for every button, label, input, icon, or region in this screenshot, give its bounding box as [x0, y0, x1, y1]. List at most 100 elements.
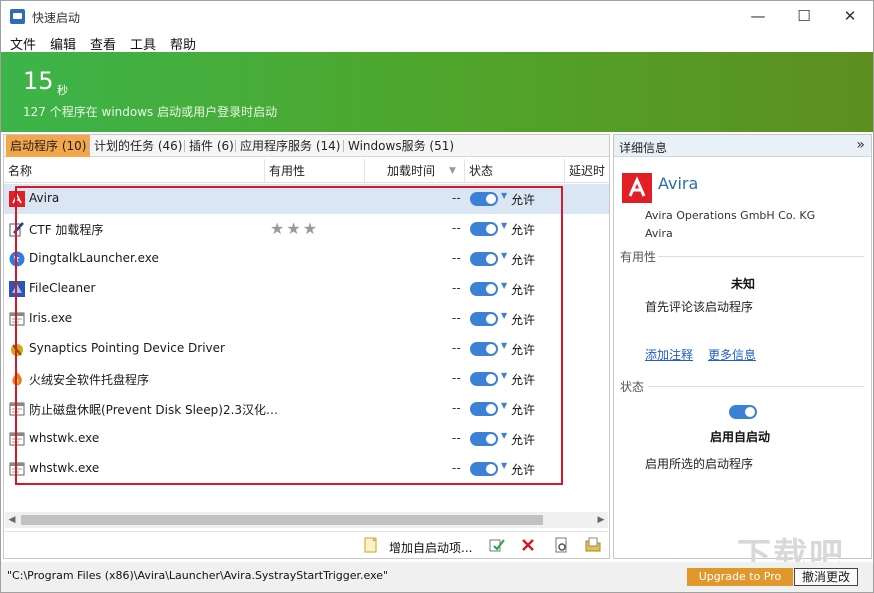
seconds-unit: 秒	[57, 84, 68, 97]
summary-banner: 15 秒 127 个程序在 windows 启动或用户登录时启动	[1, 52, 873, 132]
scrollbar-thumb[interactable]	[21, 515, 543, 525]
details-title: 详细信息	[619, 141, 668, 155]
menu-file[interactable]: 文件	[10, 34, 36, 53]
status-dropdown-caret[interactable]: ▼	[501, 281, 507, 290]
menu-view[interactable]: 查看	[90, 34, 116, 53]
title-bar: 快速启动 — ☐ ✕	[1, 1, 873, 32]
enable-toggle[interactable]	[470, 342, 498, 356]
enable-toggle[interactable]	[470, 312, 498, 326]
table-row[interactable]: 火绒安全软件托盘程序 -- ▼ 允许	[4, 364, 609, 394]
section-divider	[658, 256, 864, 257]
row-status: 允许	[511, 433, 536, 447]
column-usefulness[interactable]: 有用性	[265, 159, 365, 183]
status-dropdown-caret[interactable]: ▼	[501, 401, 507, 410]
status-dropdown-caret[interactable]: ▼	[501, 311, 507, 320]
banner-description: 127 个程序在 windows 启动或用户登录时启动	[23, 105, 278, 119]
row-load-time: --	[452, 221, 461, 235]
undo-changes-button[interactable]: 撤消更改	[794, 568, 858, 586]
tab-app-services[interactable]: 应用程序服务 (14)	[236, 135, 344, 157]
status-dropdown-caret[interactable]: ▼	[501, 221, 507, 230]
table-row[interactable]: whstwk.exe -- ▼ 允许	[4, 424, 609, 454]
enable-toggle[interactable]	[470, 282, 498, 296]
section-divider	[648, 386, 864, 387]
delete-icon[interactable]	[520, 537, 536, 553]
table-row[interactable]: Avira -- ▼ 允许	[4, 184, 609, 214]
status-dropdown-caret[interactable]: ▼	[501, 341, 507, 350]
row-status: 允许	[511, 313, 536, 327]
upgrade-button[interactable]: Upgrade to Pro	[687, 568, 793, 586]
row-status: 允许	[511, 283, 536, 297]
row-status: 允许	[511, 403, 536, 417]
app-window: 快速启动 — ☐ ✕ 文件 编辑 查看 工具 帮助 15 秒 127 个程序在 …	[0, 0, 874, 593]
open-file-icon[interactable]	[553, 537, 569, 553]
enable-toggle[interactable]	[470, 252, 498, 266]
menu-tools[interactable]: 工具	[130, 34, 156, 53]
row-name: whstwk.exe	[29, 461, 100, 475]
sort-desc-icon: ▼	[449, 166, 456, 176]
column-load-time[interactable]: 加载时间 ▼	[365, 159, 465, 183]
rating-stars-icon[interactable]: ★★★	[270, 219, 319, 238]
menu-bar: 文件 编辑 查看 工具 帮助	[1, 32, 873, 53]
tab-scheduled-tasks[interactable]: 计划的任务 (46)	[90, 135, 186, 157]
table-row[interactable]: Synaptics Pointing Device Driver -- ▼ 允许	[4, 334, 609, 364]
row-name: 防止磁盘休眠(Prevent Disk Sleep)2.3汉化…	[29, 403, 279, 417]
table-row[interactable]: DingtalkLauncher.exe -- ▼ 允许	[4, 244, 609, 274]
column-name[interactable]: 名称	[4, 159, 265, 183]
details-header: 详细信息 »	[614, 135, 871, 157]
tab-startup-programs[interactable]: 启动程序 (10)	[6, 135, 91, 157]
startup-rows: Avira -- ▼ 允许 CTF 加载程序 ★★★ -- ▼ 允许 Dingt…	[4, 184, 609, 514]
enable-toggle[interactable]	[470, 462, 498, 476]
add-note-link[interactable]: 添加注释	[645, 346, 693, 363]
dingtalk-icon	[9, 251, 25, 267]
table-row[interactable]: FileCleaner -- ▼ 允许	[4, 274, 609, 304]
more-info-link[interactable]: 更多信息	[708, 346, 756, 363]
table-row[interactable]: whstwk.exe -- ▼ 允许	[4, 454, 609, 484]
close-button[interactable]: ✕	[827, 1, 873, 32]
menu-edit[interactable]: 编辑	[50, 34, 76, 53]
usefulness-section-title: 有用性	[620, 250, 657, 264]
startup-list-pane: 启动程序 (10) 计划的任务 (46) 插件 (6) 应用程序服务 (14) …	[3, 134, 610, 559]
edit-check-icon[interactable]	[489, 537, 505, 553]
scroll-right-icon[interactable]: ▶	[594, 512, 608, 528]
column-header: 名称 有用性 加载时间 ▼ 状态 延迟时	[4, 159, 609, 183]
maximize-button[interactable]: ☐	[781, 1, 827, 32]
row-load-time: --	[452, 251, 461, 265]
row-status: 允许	[511, 463, 536, 477]
window-icon	[9, 402, 25, 416]
huorong-icon	[12, 372, 22, 386]
scroll-left-icon[interactable]: ◀	[5, 512, 19, 528]
row-status: 允许	[511, 343, 536, 357]
status-dropdown-caret[interactable]: ▼	[501, 371, 507, 380]
enable-toggle[interactable]	[470, 372, 498, 386]
details-enable-toggle[interactable]	[729, 405, 757, 419]
tab-windows-services[interactable]: Windows服务 (51)	[344, 135, 458, 157]
status-dropdown-caret[interactable]: ▼	[501, 461, 507, 470]
enable-toggle[interactable]	[470, 432, 498, 446]
table-row[interactable]: Iris.exe -- ▼ 允许	[4, 304, 609, 334]
open-folder-icon[interactable]	[585, 537, 601, 553]
menu-help[interactable]: 帮助	[170, 34, 196, 53]
column-delay[interactable]: 延迟时	[565, 159, 609, 183]
collapse-icon[interactable]: »	[856, 137, 865, 153]
enable-toggle[interactable]	[470, 222, 498, 236]
row-status: 允许	[511, 193, 536, 207]
status-dropdown-caret[interactable]: ▼	[501, 191, 507, 200]
minimize-button[interactable]: —	[735, 1, 781, 32]
status-value: 启用自启动	[710, 430, 771, 444]
row-status: 允许	[511, 253, 536, 267]
horizontal-scrollbar[interactable]: ◀ ▶	[5, 512, 608, 528]
row-status: 允许	[511, 373, 536, 387]
table-row[interactable]: 防止磁盘休眠(Prevent Disk Sleep)2.3汉化… -- ▼ 允许	[4, 394, 609, 424]
enable-toggle[interactable]	[470, 402, 498, 416]
status-dropdown-caret[interactable]: ▼	[501, 431, 507, 440]
row-name: 火绒安全软件托盘程序	[29, 373, 150, 387]
status-dropdown-caret[interactable]: ▼	[501, 251, 507, 260]
row-name: Iris.exe	[29, 311, 73, 325]
table-row[interactable]: CTF 加载程序 ★★★ -- ▼ 允许	[4, 214, 609, 244]
row-load-time: --	[452, 311, 461, 325]
status-hint: 启用所选的启动程序	[645, 457, 754, 471]
tab-plugins[interactable]: 插件 (6)	[185, 135, 238, 157]
enable-toggle[interactable]	[470, 192, 498, 206]
column-status[interactable]: 状态	[465, 159, 565, 183]
window-title: 快速启动	[32, 11, 81, 25]
